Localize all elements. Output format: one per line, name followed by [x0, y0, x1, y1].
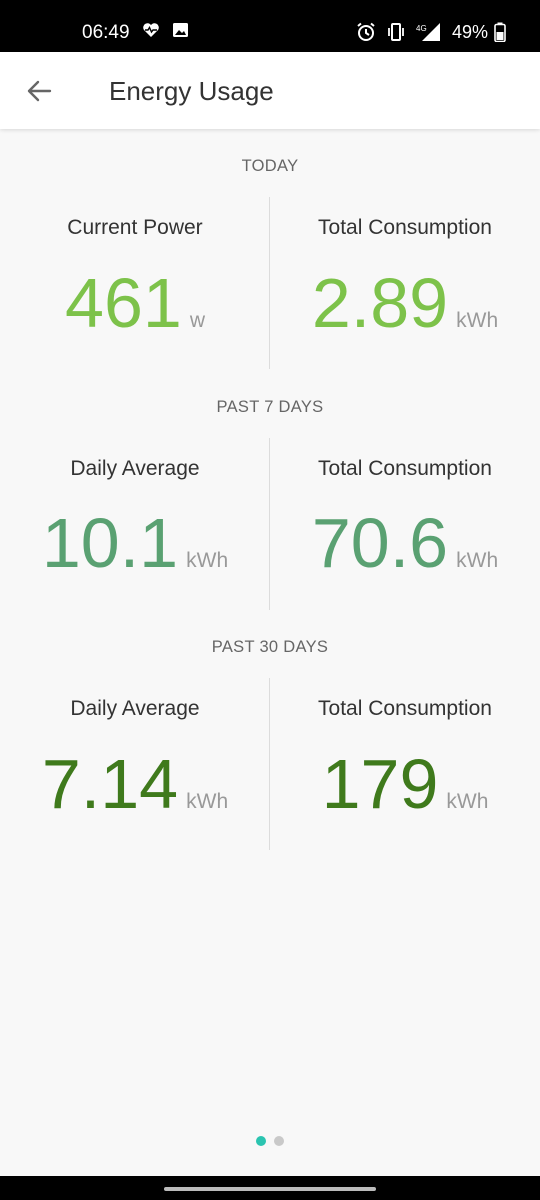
page-title: Energy Usage — [109, 76, 274, 106]
arrow-left-icon — [27, 80, 52, 102]
stat-unit: kWh — [186, 549, 229, 572]
stat-label-daily-average: Daily Average — [70, 697, 200, 720]
image-icon — [172, 22, 189, 43]
page-dot[interactable] — [274, 1136, 284, 1146]
alarm-icon — [356, 22, 376, 47]
svg-text:4G: 4G — [416, 24, 427, 33]
stat-daily-average: 7.14 kWh — [0, 749, 270, 819]
heart-pulse-icon — [142, 22, 160, 43]
page-indicator — [0, 1136, 540, 1146]
stat-label-total-consumption: Total Consumption — [318, 216, 492, 239]
navigation-bar — [0, 1176, 540, 1200]
status-bar: 06:49 4G 49% — [0, 0, 540, 52]
app-bar: Energy Usage — [0, 52, 540, 129]
stat-total-consumption: 179 kWh — [270, 749, 540, 819]
stat-unit: w — [189, 309, 205, 332]
stat-unit: kWh — [446, 790, 489, 813]
section-header: PAST 7 DAYS — [216, 398, 324, 416]
battery-percentage: 49% — [452, 22, 489, 42]
stat-value: 2.89 — [311, 264, 449, 342]
stat-value: 179 — [321, 745, 439, 823]
stat-label-total-consumption: Total Consumption — [318, 457, 492, 480]
stat-label-current-power: Current Power — [67, 216, 203, 239]
signal-4g-icon: 4G — [414, 22, 442, 47]
section-header: PAST 30 DAYS — [211, 638, 329, 656]
stat-daily-average: 10.1 kWh — [0, 508, 270, 578]
home-handle[interactable] — [164, 1187, 376, 1191]
back-button[interactable] — [20, 72, 58, 110]
stat-total-consumption: 70.6 kWh — [270, 508, 540, 578]
stat-unit: kWh — [456, 549, 499, 572]
stat-current-power: 461 w — [0, 268, 270, 338]
stat-unit: kWh — [186, 790, 229, 813]
stat-value: 7.14 — [41, 745, 179, 823]
stat-label-daily-average: Daily Average — [70, 457, 200, 480]
battery-icon — [494, 22, 506, 47]
stat-value: 70.6 — [311, 504, 449, 582]
status-time: 06:49 — [82, 22, 130, 43]
vibrate-icon — [386, 22, 406, 47]
page-dot-active[interactable] — [256, 1136, 266, 1146]
stat-unit: kWh — [456, 309, 499, 332]
section-header: TODAY — [241, 157, 299, 175]
stat-value: 461 — [65, 264, 182, 342]
stat-label-total-consumption: Total Consumption — [318, 697, 492, 720]
stat-total-consumption: 2.89 kWh — [270, 268, 540, 338]
stat-value: 10.1 — [41, 504, 179, 582]
